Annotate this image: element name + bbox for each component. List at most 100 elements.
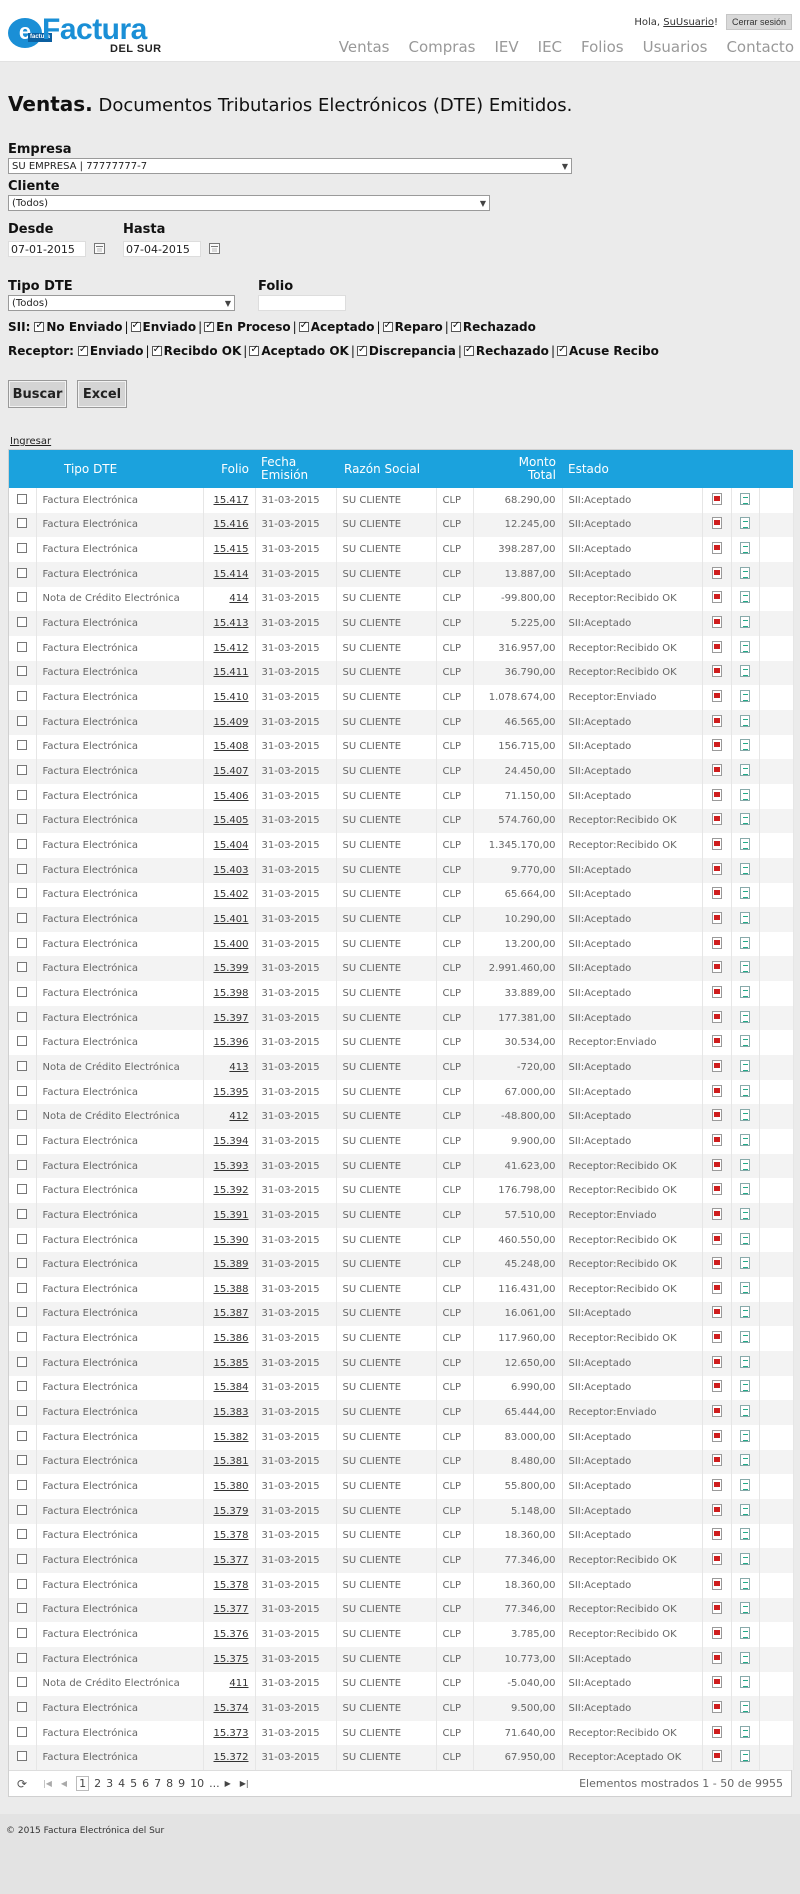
folio-link[interactable]: 15.395 [214, 1087, 249, 1098]
folio-link[interactable]: 413 [229, 1062, 248, 1073]
folio-link[interactable]: 15.404 [214, 840, 249, 851]
pdf-icon[interactable] [711, 1010, 722, 1023]
logout-button[interactable]: Cerrar sesión [725, 14, 792, 30]
table-row[interactable]: Factura Electrónica 15.410 31-03-2015 SU CL… [9, 685, 794, 710]
pdf-icon[interactable] [711, 1602, 722, 1615]
row-checkbox[interactable] [17, 715, 28, 726]
checkbox[interactable] [450, 320, 461, 332]
row-checkbox[interactable] [17, 617, 28, 628]
pdf-icon[interactable] [711, 1651, 722, 1664]
folio-link[interactable]: 411 [229, 1678, 248, 1689]
hasta-input[interactable]: 07-04-2015 [123, 241, 201, 257]
header-monto[interactable]: Monto Total [473, 450, 562, 488]
table-row[interactable]: Factura Electrónica 15.396 31-03-2015 SU CL… [9, 1030, 794, 1056]
row-checkbox[interactable] [17, 1529, 28, 1540]
table-row[interactable]: Factura Electrónica 15.385 31-03-2015 SU CL… [9, 1350, 794, 1376]
table-row[interactable]: Factura Electrónica 15.392 31-03-2015 SU CL… [9, 1178, 794, 1204]
xml-icon[interactable] [740, 517, 750, 530]
folio-link[interactable]: 15.393 [214, 1161, 249, 1172]
last-page-icon[interactable]: ▶| [240, 1779, 249, 1788]
xml-icon[interactable] [740, 1306, 750, 1319]
row-checkbox[interactable] [17, 740, 28, 751]
row-checkbox[interactable] [17, 1356, 28, 1367]
row-checkbox[interactable] [17, 1726, 28, 1737]
excel-button[interactable]: Excel [77, 380, 127, 408]
xml-icon[interactable] [740, 1479, 750, 1492]
row-checkbox[interactable] [17, 1159, 28, 1170]
pdf-icon[interactable] [711, 517, 722, 530]
table-row[interactable]: Nota de Crédito Electrónica 414 31-03-2015… [9, 586, 794, 612]
prev-page-icon[interactable]: ◀ [61, 1779, 67, 1788]
xml-icon[interactable] [740, 985, 750, 998]
table-row[interactable]: Factura Electrónica 15.373 31-03-2015 SU CL… [9, 1720, 794, 1746]
folio-link[interactable]: 15.387 [214, 1308, 249, 1319]
table-row[interactable]: Factura Electrónica 15.411 31-03-2015 SU CL… [9, 660, 794, 686]
folio-link[interactable]: 15.391 [214, 1210, 249, 1221]
page-number[interactable]: 8 [166, 1777, 173, 1790]
checkbox[interactable] [130, 320, 141, 332]
table-row[interactable]: Factura Electrónica 15.404 31-03-2015 SU CL… [9, 833, 794, 858]
table-row[interactable]: Factura Electrónica 15.406 31-03-2015 SU CL… [9, 783, 794, 809]
table-row[interactable]: Factura Electrónica 15.380 31-03-2015 SU CL… [9, 1474, 794, 1499]
table-row[interactable]: Factura Electrónica 15.379 31-03-2015 SU CL… [9, 1498, 794, 1524]
checkbox[interactable] [34, 320, 45, 332]
table-row[interactable]: Factura Electrónica 15.412 31-03-2015 SU CL… [9, 635, 794, 661]
pdf-icon[interactable] [711, 1405, 722, 1418]
table-row[interactable]: Factura Electrónica 15.387 31-03-2015 SU CL… [9, 1301, 794, 1327]
table-row[interactable]: Factura Electrónica 15.378 31-03-2015 SU CL… [9, 1523, 794, 1549]
folio-link[interactable]: 15.389 [214, 1259, 249, 1270]
folio-link[interactable]: 15.415 [214, 544, 249, 555]
table-row[interactable]: Factura Electrónica 15.375 31-03-2015 SU CL… [9, 1646, 794, 1672]
table-row[interactable]: Factura Electrónica 15.377 31-03-2015 SU CL… [9, 1597, 794, 1623]
xml-icon[interactable] [740, 1133, 750, 1146]
row-checkbox[interactable] [17, 1307, 28, 1318]
row-checkbox[interactable] [17, 1208, 28, 1219]
pdf-icon[interactable] [711, 1750, 722, 1763]
xml-icon[interactable] [740, 1405, 750, 1418]
checkbox[interactable] [382, 320, 393, 332]
page-number[interactable]: 9 [178, 1777, 185, 1790]
row-checkbox[interactable] [17, 666, 28, 677]
xml-icon[interactable] [740, 1577, 750, 1590]
folio-link[interactable]: 15.398 [214, 988, 249, 999]
pdf-icon[interactable] [711, 1109, 722, 1122]
checkbox[interactable] [204, 320, 215, 332]
folio-link[interactable]: 15.396 [214, 1037, 249, 1048]
row-checkbox[interactable] [17, 1060, 28, 1071]
xml-icon[interactable] [740, 1380, 750, 1393]
xml-icon[interactable] [740, 1084, 750, 1097]
folio-link[interactable]: 15.406 [214, 791, 249, 802]
folio-link[interactable]: 15.377 [214, 1604, 249, 1615]
row-checkbox[interactable] [17, 1430, 28, 1441]
cliente-select[interactable]: (Todos) ▼ [8, 195, 490, 211]
pdf-icon[interactable] [711, 1676, 722, 1689]
xml-icon[interactable] [740, 1454, 750, 1467]
row-checkbox[interactable] [17, 1554, 28, 1565]
pdf-icon[interactable] [711, 1479, 722, 1492]
pdf-icon[interactable] [711, 887, 722, 900]
xml-icon[interactable] [740, 1429, 750, 1442]
table-row[interactable]: Factura Electrónica 15.378 31-03-2015 SU CL… [9, 1572, 794, 1598]
xml-icon[interactable] [740, 1553, 750, 1566]
pdf-icon[interactable] [711, 1232, 722, 1245]
xml-icon[interactable] [740, 838, 750, 851]
pdf-icon[interactable] [711, 616, 722, 629]
folio-link[interactable]: 15.377 [214, 1555, 249, 1566]
folio-link[interactable]: 15.375 [214, 1654, 249, 1665]
row-checkbox[interactable] [17, 567, 28, 578]
folio-link[interactable]: 15.376 [214, 1629, 249, 1640]
folio-link[interactable]: 15.409 [214, 717, 249, 728]
row-checkbox[interactable] [17, 1036, 28, 1047]
checkbox[interactable] [356, 344, 367, 356]
calendar-icon[interactable] [94, 243, 105, 254]
row-checkbox[interactable] [17, 1406, 28, 1417]
nav-contacto[interactable]: Contacto [726, 38, 794, 56]
pdf-icon[interactable] [711, 838, 722, 851]
refresh-icon[interactable]: ⟳ [17, 1777, 27, 1791]
folio-link[interactable]: 15.374 [214, 1703, 249, 1714]
folio-link[interactable]: 15.388 [214, 1284, 249, 1295]
table-row[interactable]: Factura Electrónica 15.372 31-03-2015 SU CL… [9, 1745, 794, 1771]
table-row[interactable]: Factura Electrónica 15.403 31-03-2015 SU CL… [9, 857, 794, 883]
pdf-icon[interactable] [711, 764, 722, 777]
row-checkbox[interactable] [17, 1233, 28, 1244]
